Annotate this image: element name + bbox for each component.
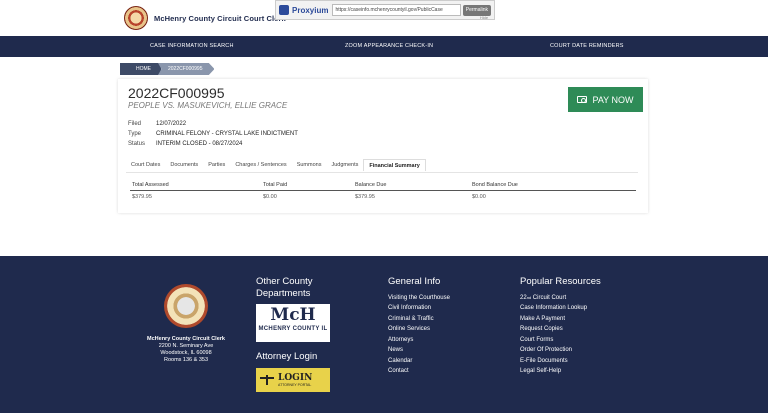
proxy-url-input[interactable]: https://caseinfo.mchenrycountyil.gov/Pub… (332, 4, 461, 16)
value-bond-balance-due: $0.00 (472, 194, 486, 200)
link-attorneys[interactable]: Attorneys (388, 337, 413, 343)
link-suffix: Circuit Court (531, 295, 567, 301)
meta-label: Type (128, 131, 142, 137)
link-court-forms[interactable]: Court Forms (520, 337, 553, 343)
table-divider (130, 190, 636, 191)
link-e-file-documents[interactable]: E-File Documents (520, 358, 568, 364)
meta-value: CRIMINAL FELONY - CRYSTAL LAKE INDICTMEN… (156, 131, 298, 137)
link-legal-self-help[interactable]: Legal Self-Help (520, 368, 561, 374)
header-total-assessed: Total Assessed (132, 182, 169, 188)
link-civil-information[interactable]: Civil Information (388, 305, 431, 311)
attorney-login-title: Attorney Login (256, 351, 318, 362)
pay-now-button[interactable]: PAY NOW (568, 87, 643, 112)
meta-row-type: Type CRIMINAL FELONY - CRYSTAL LAKE INDI… (128, 129, 298, 139)
case-tabs: Court Dates Documents Parties Charges / … (126, 159, 426, 171)
meta-value: 12/07/2022 (156, 121, 187, 127)
link-online-services[interactable]: Online Services (388, 326, 430, 332)
proxy-bar: Proxyium https://caseinfo.mchenrycountyi… (275, 0, 495, 20)
case-number: 2022CF000995 (128, 85, 225, 101)
link-contact[interactable]: Contact (388, 368, 409, 374)
nav-case-information-search[interactable]: CASE INFORMATION SEARCH (150, 36, 234, 57)
login-logo-subtext: ATTORNEY PORTAL (278, 382, 312, 387)
mchenry-county-logo-link[interactable]: McH MCHENRY COUNTY IL (256, 304, 330, 342)
permalink-button[interactable]: Permalink (462, 4, 491, 16)
county-seal-icon (124, 6, 148, 30)
value-total-assessed: $379.95 (132, 194, 152, 200)
site-footer: McHenry County Circuit Clerk 2200 N. Sem… (0, 256, 768, 413)
site-header: McHenry County Circuit Court Clerk Proxy… (0, 0, 768, 36)
county-seal-icon (164, 284, 208, 328)
link-visiting-the-courthouse[interactable]: Visiting the Courthouse (388, 295, 450, 301)
proxy-hide-button[interactable]: Hide (477, 15, 491, 22)
link-prefix: 22 (520, 295, 527, 301)
scales-of-justice-icon (260, 374, 274, 386)
tab-charges-sentences[interactable]: Charges / Sentences (230, 159, 291, 171)
tab-summons[interactable]: Summons (292, 159, 327, 171)
case-card: 2022CF000995 PEOPLE VS. MASUKEVICH, ELLI… (118, 79, 648, 213)
nav-court-date-reminders[interactable]: COURT DATE REMINDERS (550, 36, 624, 57)
meta-label: Status (128, 141, 146, 147)
breadcrumb: HOME 2022CF000995 (120, 63, 215, 75)
site-logo-link[interactable]: McHenry County Circuit Court Clerk (124, 6, 286, 30)
link-make-a-payment[interactable]: Make A Payment (520, 316, 565, 322)
nav-zoom-appearance-check-in[interactable]: ZOOM APPEARANCE CHECK-IN (345, 36, 433, 57)
link-criminal-traffic[interactable]: Criminal & Traffic (388, 316, 434, 322)
link-calendar[interactable]: Calendar (388, 358, 412, 364)
mch-logo-text: McH (270, 305, 316, 325)
proxy-name: Proxyium (292, 5, 329, 15)
link-order-of-protection[interactable]: Order Of Protection (520, 347, 572, 353)
clerk-rooms: Rooms 136 & 353 (163, 357, 209, 363)
attorney-portal-login-link[interactable]: LOGIN ATTORNEY PORTAL (256, 368, 330, 392)
link-case-information-lookup[interactable]: Case Information Lookup (520, 305, 587, 311)
proxyium-logo-icon (279, 5, 289, 15)
header-total-paid: Total Paid (263, 182, 288, 188)
meta-row-filed: Filed 12/07/2022 (128, 119, 298, 129)
main-nav: CASE INFORMATION SEARCH ZOOM APPEARANCE … (0, 36, 768, 57)
tab-financial-summary[interactable]: Financial Summary (363, 159, 426, 171)
meta-label: Filed (128, 121, 142, 127)
tab-documents[interactable]: Documents (165, 159, 203, 171)
pay-now-label: PAY NOW (592, 94, 634, 105)
clerk-name: McHenry County Circuit Clerk (147, 336, 225, 342)
clerk-address-line1: 2200 N. Seminary Ave (158, 343, 214, 349)
clerk-address: McHenry County Circuit Clerk 2200 N. Sem… (128, 336, 244, 364)
breadcrumb-home[interactable]: HOME (120, 63, 161, 75)
meta-value: INTERIM CLOSED - 08/27/2024 (156, 141, 243, 147)
header-balance-due: Balance Due (355, 182, 387, 188)
case-title: PEOPLE VS. MASUKEVICH, ELLIE GRACE (128, 101, 288, 110)
mch-logo-subtext: MCHENRY COUNTY IL (258, 326, 328, 332)
header-bond-balance-due: Bond Balance Due (472, 182, 518, 188)
tab-judgments[interactable]: Judgments (326, 159, 363, 171)
clerk-address-line2: Woodstock, IL 60098 (160, 350, 212, 356)
login-logo-text: LOGIN (278, 372, 313, 383)
link-request-copies[interactable]: Request Copies (520, 326, 563, 332)
meta-row-status: Status INTERIM CLOSED - 08/27/2024 (128, 139, 298, 149)
popular-resources-title: Popular Resources (520, 276, 601, 287)
site-title: McHenry County Circuit Court Clerk (154, 13, 286, 23)
link-news[interactable]: News (388, 347, 403, 353)
value-total-paid: $0.00 (263, 194, 277, 200)
other-departments-title: Other County Departments (256, 276, 313, 299)
tab-court-dates[interactable]: Court Dates (126, 159, 165, 171)
value-balance-due: $379.95 (355, 194, 375, 200)
general-info-title: General Info (388, 276, 441, 287)
case-meta: Filed 12/07/2022 Type CRIMINAL FELONY - … (128, 119, 298, 149)
tab-parties[interactable]: Parties (203, 159, 230, 171)
breadcrumb-current: 2022CF000995 (158, 63, 215, 75)
link-22nd-circuit-court[interactable]: 22nd Circuit Court (520, 295, 566, 301)
financial-summary-table: Total Assessed Total Paid Balance Due Bo… (126, 172, 638, 205)
cash-icon (577, 96, 588, 103)
